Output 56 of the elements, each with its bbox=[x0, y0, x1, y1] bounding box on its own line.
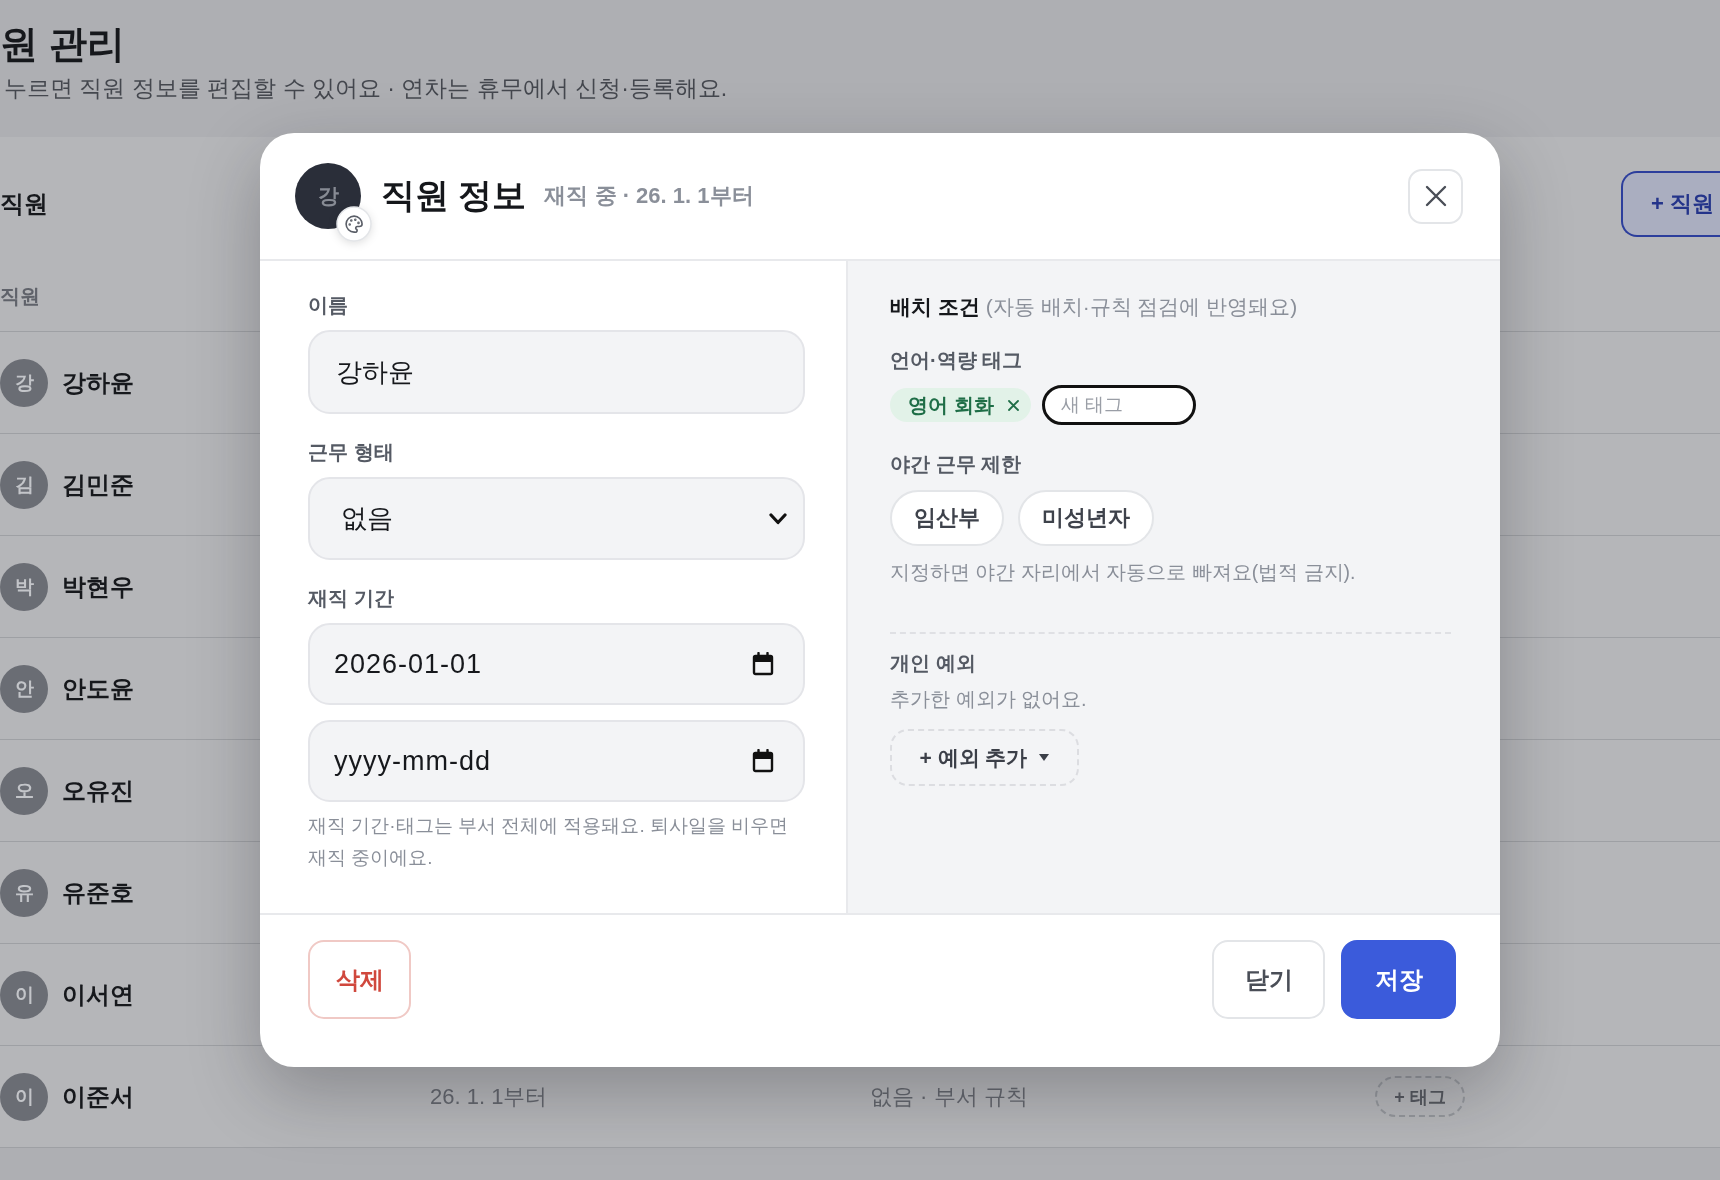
dialog-title: 직원 정보 bbox=[381, 175, 527, 216]
period-cell-text: 26. 1. 1부터 bbox=[430, 1082, 549, 1111]
add-exception-button[interactable]: + 예외 추가 bbox=[890, 729, 1079, 786]
staff-name[interactable]: 유준호 bbox=[62, 876, 134, 909]
delete-button[interactable]: 삭제 bbox=[308, 940, 411, 1019]
field-label: 언어·역량 태그 bbox=[890, 348, 1024, 372]
toggle-chip[interactable]: 임산부 bbox=[890, 490, 1004, 546]
field-label: 재직 기간 bbox=[308, 586, 395, 610]
close-dialog-button[interactable]: 닫기 bbox=[1212, 940, 1325, 1019]
palette-icon[interactable] bbox=[336, 206, 372, 242]
calendar-icon[interactable] bbox=[752, 749, 774, 773]
hint-text: 지정하면 야간 자리에서 자동으로 빠져요(법적 금지). bbox=[890, 560, 1357, 585]
select-field[interactable]: 없음 bbox=[308, 477, 805, 560]
date-field[interactable]: 2026-01-01 bbox=[308, 623, 805, 705]
panel-title: 직원 bbox=[0, 189, 48, 219]
staff-name[interactable]: 안도윤 bbox=[62, 672, 134, 705]
chevron-down-icon bbox=[769, 512, 787, 525]
staff-name[interactable]: 이준서 bbox=[62, 1080, 134, 1113]
page-title: 원 관리 bbox=[0, 22, 126, 67]
page-subtitle: 누르면 직원 정보를 편집할 수 있어요 · 연차는 휴무에서 신청·등록해요. bbox=[3, 74, 729, 103]
staff-name[interactable]: 강하윤 bbox=[62, 366, 134, 399]
avatar: 오 bbox=[0, 766, 48, 815]
rule-cell-text: 없음 · 부서 규칙 bbox=[870, 1082, 1029, 1111]
section-note: (자동 배치·규칙 점검에 반영돼요) bbox=[985, 294, 1298, 320]
avatar: 안 bbox=[0, 664, 48, 713]
add-staff-button[interactable]: + 직원 bbox=[1621, 171, 1720, 237]
hint-text: 재직 기간·태그는 부서 전체에 적용돼요. 퇴사일을 비우면 재직 중이에요. bbox=[308, 814, 790, 870]
avatar: 박 bbox=[0, 562, 48, 611]
tag-input[interactable]: 새 태그 bbox=[1041, 385, 1196, 425]
caret-icon bbox=[1039, 754, 1050, 761]
name-field[interactable]: 강하윤 bbox=[308, 330, 805, 414]
avatar: 유 bbox=[0, 868, 48, 917]
avatar: 이 bbox=[0, 1072, 48, 1121]
toggle-chip[interactable]: 미성년자 bbox=[1018, 490, 1154, 546]
calendar-icon[interactable] bbox=[752, 652, 774, 676]
date-field[interactable]: yyyy-mm-dd bbox=[308, 720, 805, 802]
staff-name[interactable]: 박현우 bbox=[62, 570, 134, 603]
empty-text: 추가한 예외가 없어요. bbox=[890, 687, 1088, 712]
field-label: 근무 형태 bbox=[308, 440, 395, 464]
field-label: 이름 bbox=[308, 293, 349, 317]
avatar: 강 bbox=[0, 358, 48, 407]
avatar: 이 bbox=[0, 970, 48, 1019]
close-icon[interactable] bbox=[1007, 399, 1019, 411]
close-icon bbox=[1424, 185, 1447, 207]
staff-name[interactable]: 김민준 bbox=[62, 468, 134, 501]
staff-name[interactable]: 이서연 bbox=[62, 978, 134, 1011]
close-button[interactable] bbox=[1408, 168, 1463, 224]
field-label: 개인 예외 bbox=[890, 651, 977, 675]
tag-text: 영어 회화 bbox=[908, 392, 994, 418]
section-title: 배치 조건 bbox=[890, 294, 980, 320]
avatar: 김 bbox=[0, 460, 48, 509]
staff-name[interactable]: 오유진 bbox=[62, 774, 134, 807]
field-label: 야간 근무 제한 bbox=[890, 452, 1023, 476]
column-header: 직원 bbox=[0, 284, 40, 308]
save-button[interactable]: 저장 bbox=[1341, 940, 1456, 1019]
status-text: 재직 중 · 26. 1. 1부터 bbox=[544, 182, 754, 210]
